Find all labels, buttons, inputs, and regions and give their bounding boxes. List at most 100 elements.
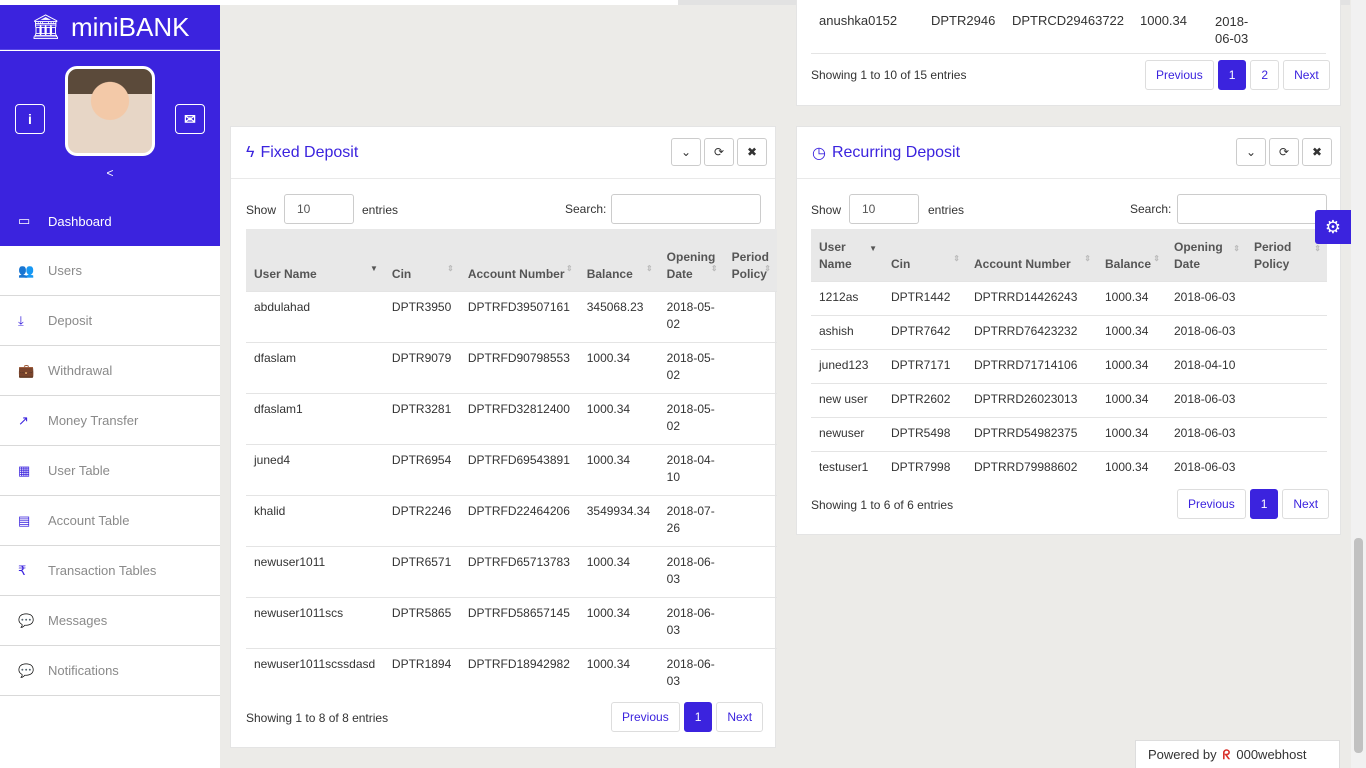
collapse-sidebar-toggle[interactable]: < [0, 166, 220, 180]
column-header-opening-date[interactable]: Opening Date ⇕ [658, 229, 724, 291]
sidebar-item-label: Deposit [48, 313, 93, 328]
table-cell: 2018-05-02 [658, 290, 724, 342]
table-cell: DPTR1894 [383, 647, 460, 699]
table-cell: DPTRRD26023013 [966, 382, 1097, 417]
previous-page-button[interactable]: Previous [1177, 489, 1246, 519]
table-row: dfaslam DPTR9079 DPTRFD90798553 1000.34 2018… [246, 341, 777, 393]
table-cell [1246, 382, 1327, 417]
column-header-account-number[interactable]: Account Number ⇕ [966, 229, 1097, 281]
next-page-button[interactable]: Next [1283, 60, 1330, 90]
powered-by-label: Powered by [1148, 747, 1217, 762]
previous-page-button[interactable]: Previous [1145, 60, 1214, 90]
powered-by-badge[interactable]: Powered by ᖇ 000webhost [1135, 740, 1340, 768]
search-input[interactable] [1177, 194, 1327, 224]
table-cell: 2018-04-10 [658, 443, 724, 495]
entries-length-select[interactable]: 10 [849, 194, 919, 224]
table-cell: DPTR6571 [383, 545, 460, 597]
table-cell: DPTR3950 [383, 290, 460, 342]
brand-name: miniBANK [70, 11, 190, 42]
sidebar-item-user-table[interactable]: ▦ User Table [0, 446, 220, 496]
table-cell [723, 392, 777, 444]
menu-icon: 💬 [18, 662, 35, 678]
column-header-cin[interactable]: Cin ⇕ [383, 229, 460, 291]
page-2-button[interactable]: 2 [1250, 60, 1280, 90]
table-cell: juned4 [246, 443, 384, 495]
table-cell: 2018-06-03 [1166, 314, 1246, 349]
table-cell [723, 545, 777, 597]
table-cell [723, 443, 777, 495]
sidebar-item-label: User Table [48, 463, 110, 478]
table-cell: DPTR3281 [383, 392, 460, 444]
sidebar-item-account-table[interactable]: ▤ Account Table [0, 496, 220, 546]
brand[interactable]: 🏛 miniBANK [0, 5, 220, 50]
scrollbar-thumb[interactable] [1354, 538, 1363, 753]
pagination: Previous 1 2 Next [1141, 60, 1330, 90]
column-header-username[interactable]: User Name ▼ [811, 229, 883, 281]
clock-icon: ◷ [812, 144, 826, 162]
column-header-opening-date[interactable]: Opening Date ⇕ [1166, 229, 1246, 281]
table-row: anushka0152 DPTR2946 DPTRCD29463722 1000… [811, 5, 1326, 54]
column-header-cin[interactable]: Cin ⇕ [883, 229, 966, 281]
table-cell: DPTRFD18942982 [459, 647, 579, 699]
profile-panel: i ✉ < [0, 51, 220, 196]
entries-label: entries [928, 203, 965, 217]
cell-account-number: DPTRCD29463722 [1012, 13, 1125, 28]
sidebar-item-money-transfer[interactable]: ↗ Money Transfer [0, 396, 220, 446]
table-cell: 2018-06-03 [1166, 450, 1246, 485]
page-scrollbar[interactable] [1351, 0, 1366, 768]
column-header-account-number[interactable]: Account Number ⇕ [459, 229, 579, 291]
sidebar-item-transaction-tables[interactable]: ₹ Transaction Tables [0, 546, 220, 596]
close-panel-button[interactable]: ✖ [737, 138, 767, 166]
next-page-button[interactable]: Next [716, 702, 764, 732]
table-cell [723, 596, 777, 648]
info-button[interactable]: i [15, 104, 45, 134]
entries-length-select[interactable]: 10 [284, 194, 354, 224]
sidebar-item-users[interactable]: 👥 Users [0, 246, 220, 296]
sidebar-item-label: Account Table [48, 513, 130, 528]
settings-gear-icon[interactable]: ⚙ [1315, 210, 1351, 244]
column-header-period-policy[interactable]: Period Policy ⇕ [723, 229, 777, 291]
column-header-username[interactable]: User Name ▼ [246, 229, 384, 291]
table-cell: newuser1011 [246, 545, 384, 597]
column-header-balance[interactable]: Balance ⇕ [1097, 229, 1166, 281]
sidebar-item-dashboard[interactable]: ▭ Dashboard [0, 196, 220, 246]
menu-icon: ↗ [18, 412, 29, 428]
sidebar: 🏛 miniBANK i ✉ < ▭ Dashboard 👥 Users ⤓ Deposi… [0, 0, 220, 768]
table-row: newuser DPTR5498 DPTRRD54982375 1000.34 2018… [811, 416, 1327, 451]
next-page-button[interactable]: Next [1282, 489, 1330, 519]
table-cell: DPTRFD32812400 [459, 392, 579, 444]
sidebar-item-deposit[interactable]: ⤓ Deposit [0, 296, 220, 346]
refresh-panel-button[interactable]: ⟳ [704, 138, 734, 166]
close-panel-button[interactable]: ✖ [1302, 138, 1332, 166]
table-cell: 2018-07-26 [658, 494, 724, 546]
collapse-panel-button[interactable]: ⌄ [1236, 138, 1266, 166]
sidebar-item-label: Messages [48, 613, 108, 628]
refresh-panel-button[interactable]: ⟳ [1269, 138, 1299, 166]
sidebar-item-withdrawal[interactable]: 💼 Withdrawal [0, 346, 220, 396]
page-1-button[interactable]: 1 [1249, 489, 1279, 519]
page-1-button[interactable]: 1 [683, 702, 713, 732]
table-cell [1246, 314, 1327, 349]
column-header-balance[interactable]: Balance ⇕ [578, 229, 659, 291]
menu-icon: ▤ [18, 512, 31, 528]
table-cell: 1000.34 [578, 341, 659, 393]
table-cell: DPTR5865 [383, 596, 460, 648]
table-cell: DPTR6954 [383, 443, 460, 495]
page-1-button[interactable]: 1 [1217, 60, 1247, 90]
table-cell: DPTRFD22464206 [459, 494, 579, 546]
previous-page-button[interactable]: Previous [611, 702, 680, 732]
search-input[interactable] [611, 194, 761, 224]
top-strip [220, 0, 678, 5]
table-info: Showing 1 to 6 of 6 entries [811, 498, 954, 512]
table-cell: DPTRRD14426243 [966, 280, 1097, 315]
table-cell: 1000.34 [1097, 280, 1166, 315]
sidebar-item-messages[interactable]: 💬 Messages [0, 596, 220, 646]
collapse-panel-button[interactable]: ⌄ [671, 138, 701, 166]
table-cell: 1000.34 [578, 647, 659, 699]
table-cell: DPTRFD58657145 [459, 596, 579, 648]
mail-button[interactable]: ✉ [175, 104, 205, 134]
sidebar-item-notifications[interactable]: 💬 Notifications [0, 646, 220, 696]
menu-icon: ₹ [18, 562, 27, 578]
bank-icon: 🏛 [30, 13, 61, 41]
sidebar-menu: ▭ Dashboard 👥 Users ⤓ Deposit 💼 Withdrawal ↗ Mone… [0, 196, 220, 696]
